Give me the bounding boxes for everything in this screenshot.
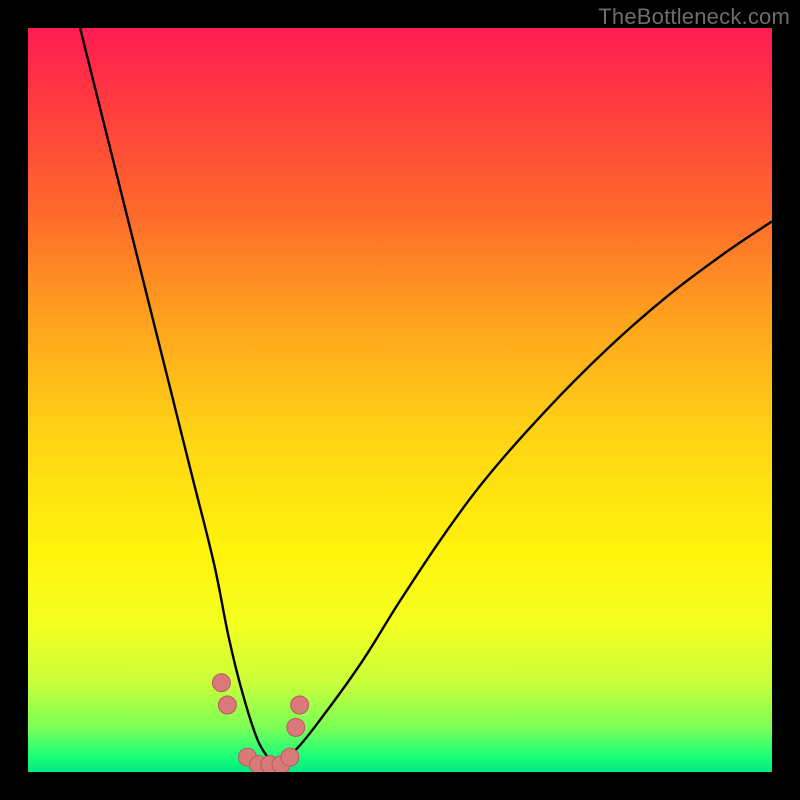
valley-marker (218, 696, 236, 714)
valley-marker (287, 718, 305, 736)
watermark-text: TheBottleneck.com (598, 4, 790, 30)
valley-marker (212, 674, 230, 692)
left-branch-curve (80, 28, 273, 765)
curve-layer (28, 28, 772, 772)
plot-area (28, 28, 772, 772)
right-branch-curve (274, 221, 772, 764)
valley-markers (212, 674, 308, 772)
valley-marker (291, 696, 309, 714)
chart-frame: TheBottleneck.com (0, 0, 800, 800)
valley-marker (281, 748, 299, 766)
